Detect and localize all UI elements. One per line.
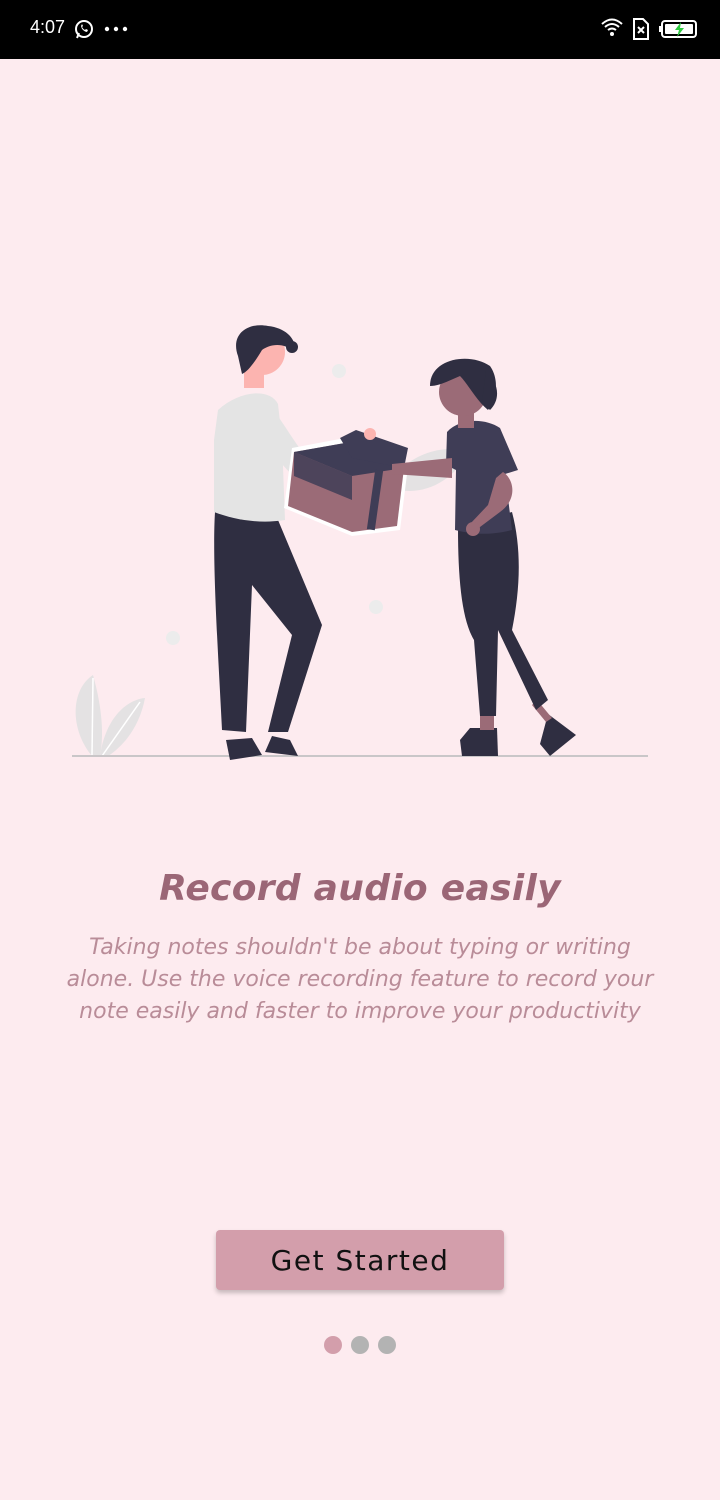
onboarding-title: Record audio easily xyxy=(159,868,561,909)
get-started-button[interactable]: Get Started xyxy=(216,1230,504,1290)
leaf-decoration-left xyxy=(75,675,145,757)
status-right-icons xyxy=(600,16,700,47)
wifi-icon xyxy=(601,18,623,36)
status-left-icons xyxy=(74,18,134,47)
page-dot-1[interactable] xyxy=(324,1336,342,1354)
man-figure xyxy=(214,325,356,760)
status-bar: 4:07 xyxy=(0,0,720,59)
battery-charging-icon xyxy=(659,20,697,38)
sim-off-icon xyxy=(633,18,649,40)
more-dots-icon xyxy=(104,26,128,32)
whatsapp-icon xyxy=(75,20,93,39)
onboarding-description: Taking notes shouldn't be about typing o… xyxy=(66,935,654,1024)
woman-figure xyxy=(392,358,576,756)
page-indicator xyxy=(324,1336,396,1354)
status-time: 4:07 xyxy=(30,17,66,37)
page-dot-3[interactable] xyxy=(378,1336,396,1354)
onboarding-illustration xyxy=(72,325,648,760)
page-dot-2[interactable] xyxy=(351,1336,369,1354)
gift-box xyxy=(284,428,408,536)
